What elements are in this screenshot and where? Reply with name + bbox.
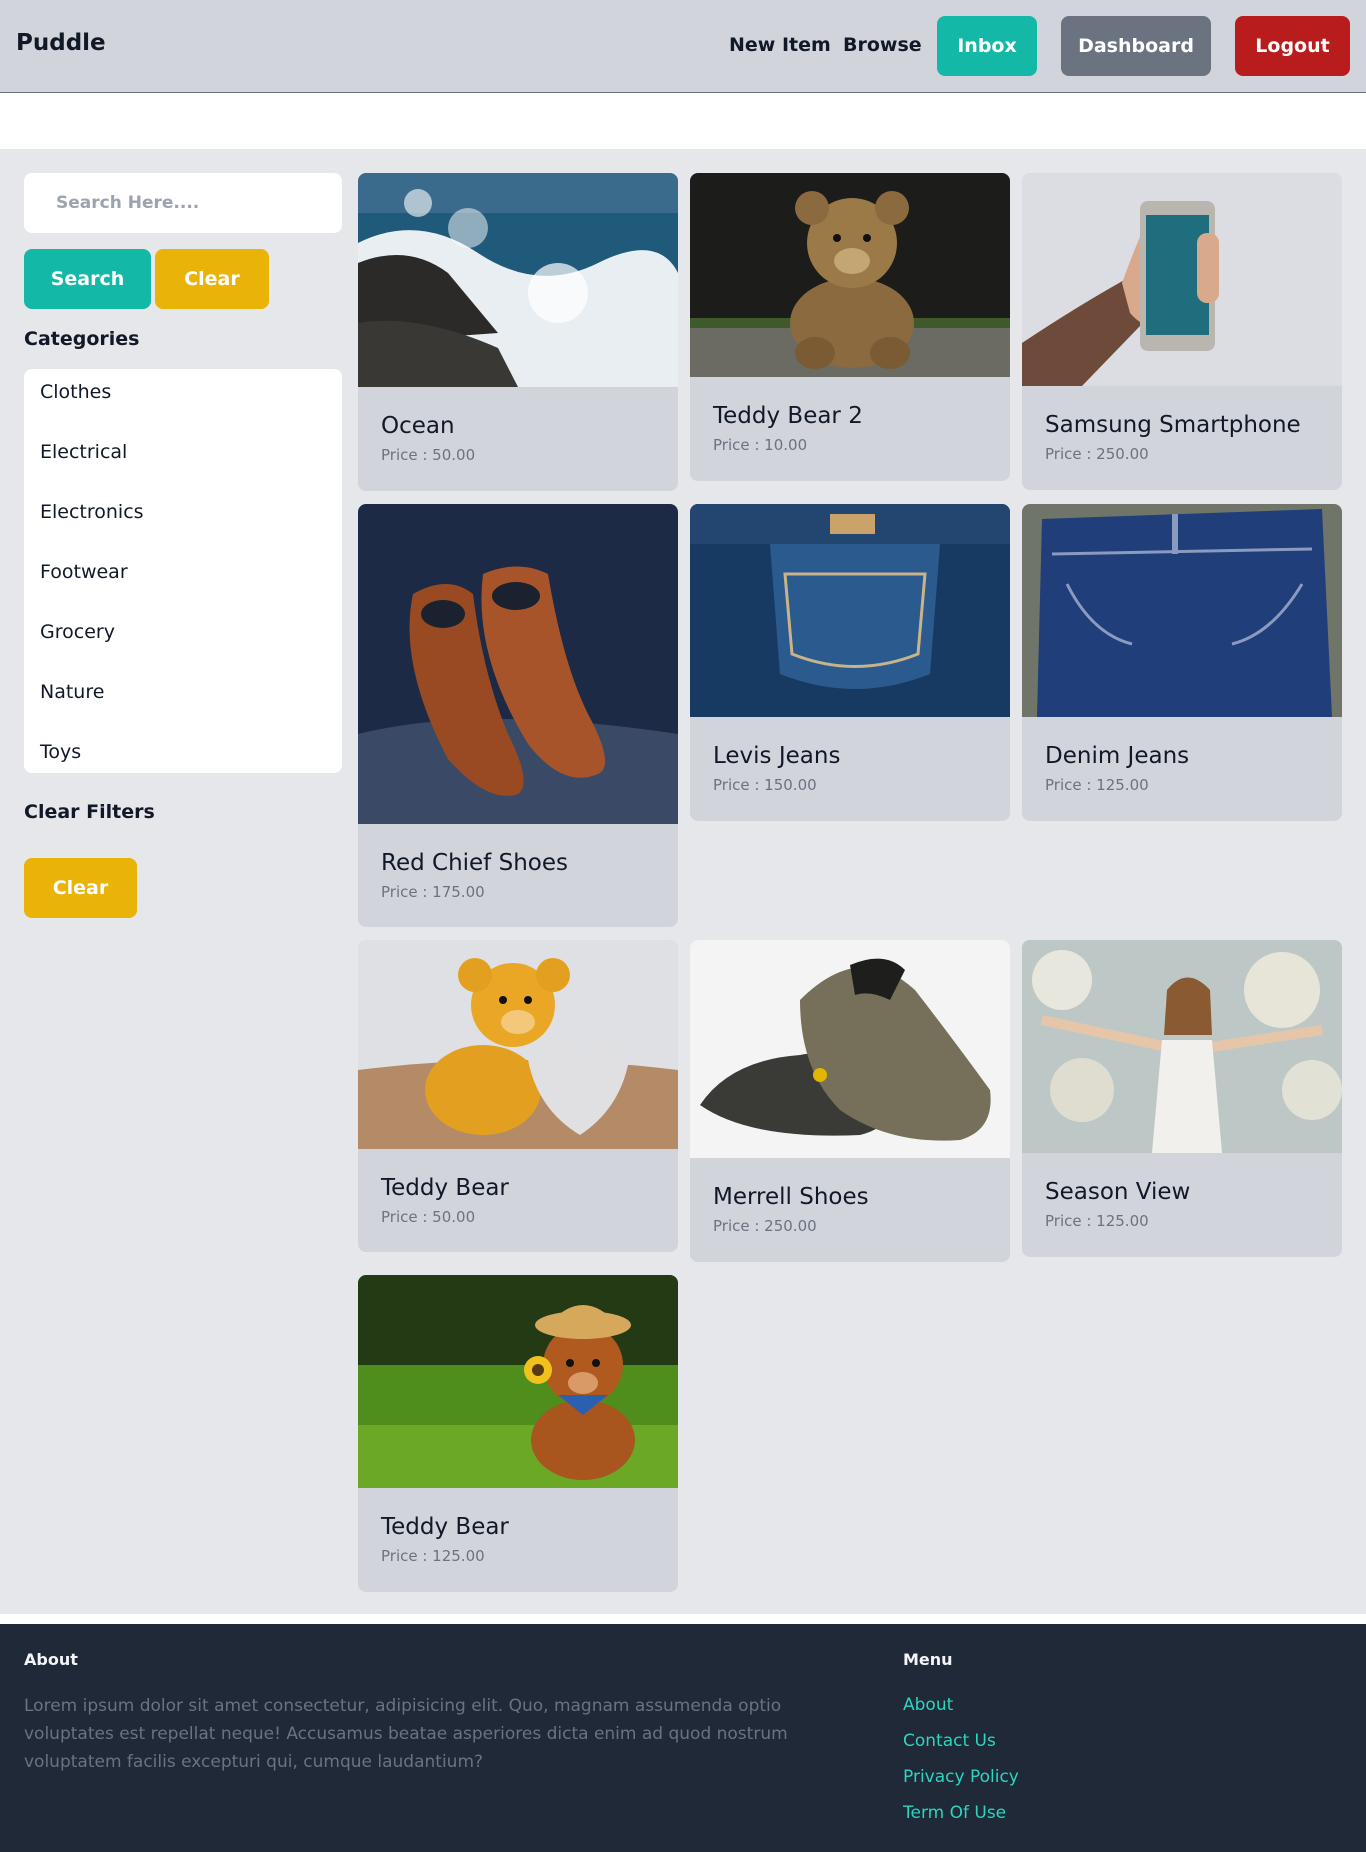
category-item-electrical[interactable]: Electrical (40, 441, 127, 463)
item-card[interactable]: Teddy Bear Price : 50.00 (358, 940, 678, 1252)
item-price: Price : 50.00 (381, 1208, 476, 1226)
category-item-electronics[interactable]: Electronics (40, 501, 144, 523)
footer-menu-heading: Menu (903, 1650, 953, 1669)
woman-in-blossoms-photo (1022, 940, 1342, 1153)
category-item-grocery[interactable]: Grocery (40, 621, 115, 643)
footer-link-contact-us[interactable]: Contact Us (903, 1731, 996, 1751)
item-title: Denim Jeans (1045, 743, 1190, 769)
item-price: Price : 125.00 (1045, 776, 1149, 794)
category-item-nature[interactable]: Nature (40, 681, 104, 703)
search-button[interactable]: Search (24, 249, 151, 309)
item-title: Levis Jeans (713, 743, 841, 769)
item-price: Price : 150.00 (713, 776, 817, 794)
item-title: Red Chief Shoes (381, 850, 568, 876)
footer-link-about[interactable]: About (903, 1695, 953, 1715)
teddy-bear-with-heart-photo (358, 940, 678, 1149)
denim-jeans-photo (1022, 504, 1342, 717)
item-title: Teddy Bear 2 (713, 403, 863, 429)
item-card[interactable]: Ocean Price : 50.00 (358, 173, 678, 491)
item-price: Price : 175.00 (381, 883, 485, 901)
item-card[interactable]: Season View Price : 125.00 (1022, 940, 1342, 1257)
item-title: Samsung Smartphone (1045, 412, 1301, 438)
item-card[interactable]: Merrell Shoes Price : 250.00 (690, 940, 1010, 1262)
top-navbar: Puddle New Item Browse Inbox Dashboard L… (0, 0, 1366, 93)
item-card[interactable]: Teddy Bear Price : 125.00 (358, 1275, 678, 1592)
teddy-bear-on-grass-photo (358, 1275, 678, 1488)
dashboard-button[interactable]: Dashboard (1061, 16, 1211, 76)
item-card[interactable]: Samsung Smartphone Price : 250.00 (1022, 173, 1342, 490)
item-price: Price : 10.00 (713, 436, 808, 454)
clear-filters-button[interactable]: Clear (24, 858, 137, 918)
footer-link-privacy-policy[interactable]: Privacy Policy (903, 1767, 1019, 1787)
logout-button[interactable]: Logout (1235, 16, 1350, 76)
item-card[interactable]: Denim Jeans Price : 125.00 (1022, 504, 1342, 821)
item-price: Price : 125.00 (1045, 1212, 1149, 1230)
item-title: Ocean (381, 413, 455, 439)
item-title: Teddy Bear (381, 1514, 509, 1540)
nav-link-browse[interactable]: Browse (843, 34, 922, 56)
category-item-toys[interactable]: Toys (40, 741, 81, 763)
footer-separator (0, 1614, 1366, 1624)
category-item-clothes[interactable]: Clothes (40, 381, 111, 403)
footer: About Lorem ipsum dolor sit amet consect… (0, 1624, 1366, 1852)
search-input[interactable] (24, 173, 342, 233)
category-list: Clothes Electrical Electronics Footwear … (24, 369, 342, 773)
item-price: Price : 50.00 (381, 446, 476, 464)
nav-link-new-item[interactable]: New Item (729, 34, 831, 56)
footer-about-text: Lorem ipsum dolor sit amet consectetur, … (24, 1696, 788, 1772)
leather-oxford-shoes-photo (358, 504, 678, 824)
inbox-button[interactable]: Inbox (937, 16, 1037, 76)
item-card[interactable]: Levis Jeans Price : 150.00 (690, 504, 1010, 821)
item-title: Teddy Bear (381, 1175, 509, 1201)
item-card[interactable]: Red Chief Shoes Price : 175.00 (358, 504, 678, 927)
hand-holding-smartphone-photo (1022, 173, 1342, 386)
categories-heading: Categories (24, 328, 140, 350)
item-price: Price : 125.00 (381, 1547, 485, 1565)
item-card[interactable]: Teddy Bear 2 Price : 10.00 (690, 173, 1010, 481)
ocean-waves-photo (358, 173, 678, 387)
item-price: Price : 250.00 (713, 1217, 817, 1235)
folded-jeans-photo (690, 504, 1010, 717)
item-title: Season View (1045, 1179, 1191, 1205)
clear-search-button[interactable]: Clear (155, 249, 269, 309)
item-title: Merrell Shoes (713, 1184, 869, 1210)
footer-link-term-of-use[interactable]: Term Of Use (903, 1803, 1006, 1823)
brand-logo[interactable]: Puddle (16, 30, 106, 56)
footer-about-heading: About (24, 1650, 78, 1669)
header-spacer (0, 93, 1366, 149)
brown-teddy-bear-photo (690, 173, 1010, 377)
item-price: Price : 250.00 (1045, 445, 1149, 463)
category-item-footwear[interactable]: Footwear (40, 561, 128, 583)
hiking-shoes-photo (690, 940, 1010, 1158)
clear-filters-heading: Clear Filters (24, 801, 155, 823)
